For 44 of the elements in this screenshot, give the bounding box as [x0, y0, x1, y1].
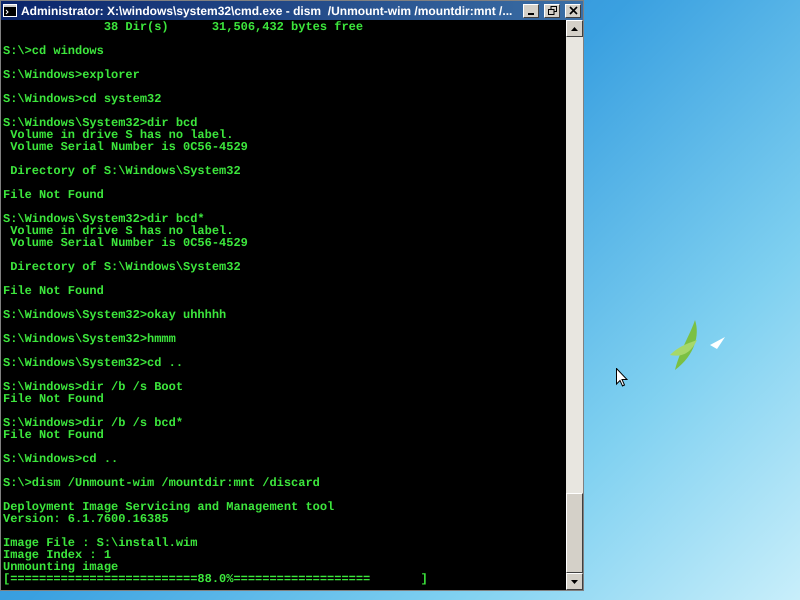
scrollbar[interactable]	[566, 20, 583, 590]
console-line: Directory of S:\Windows\System32	[9, 261, 242, 273]
console-line: Version: 6.1.7600.16385	[3, 513, 169, 525]
console-line: S:\Windows>dir /b /s Boot	[3, 381, 184, 393]
scroll-thumb[interactable]	[566, 493, 583, 573]
console-line: S:\Windows\System32>dir bcd*	[3, 213, 205, 225]
scroll-down-button[interactable]	[566, 573, 583, 590]
console-line: Volume in drive S has no label.	[10, 225, 234, 237]
console-line: Image File : S:\install.wim	[3, 537, 198, 549]
console-line: Volume in drive S has no label.	[10, 129, 234, 141]
mouse-pointer-icon	[616, 368, 628, 387]
console-line: File Not Found	[3, 393, 105, 405]
scroll-up-button[interactable]	[566, 20, 583, 37]
down-arrow-icon	[571, 580, 578, 584]
window-title: Administrator: X:\windows\system32\cmd.exe - dism /Unmount-wim /mountdir:mnt /...	[21, 2, 514, 20]
console-line: S:\Windows\System32>okay uhhhhh	[3, 309, 228, 321]
minimize-button[interactable]	[523, 4, 539, 18]
console-line: Deployment Image Servicing and Management tool	[3, 501, 336, 513]
console-line: S:\Windows>explorer	[3, 69, 141, 81]
restore-icon	[548, 6, 556, 15]
console-line: S:\Windows>cd system32	[3, 93, 162, 105]
console-line: S:\Windows\System32>dir bcd	[3, 117, 198, 129]
console-line: S:\Windows\System32>cd ..	[3, 357, 184, 369]
console-line: Volume Serial Number is 0C56-4529	[9, 141, 249, 153]
console-line: Directory of S:\Windows\System32	[9, 165, 242, 177]
minimize-icon	[528, 12, 534, 14]
console-line: Image Index : 1	[3, 549, 112, 561]
console-line: File Not Found	[3, 189, 105, 201]
up-arrow-icon	[571, 26, 578, 30]
console-icon	[3, 4, 17, 17]
restore-button[interactable]	[544, 4, 560, 18]
console-line: [==========================88.0%=================== ]	[3, 573, 429, 585]
console-line: S:\Windows>dir /b /s bcd*	[3, 417, 184, 429]
console-line: Unmounting image	[3, 561, 118, 573]
console-line: Volume Serial Number is 0C56-4529	[9, 237, 249, 249]
console-line: File Not Found	[3, 429, 105, 441]
console-line: S:\Windows\System32>hmmm	[3, 333, 177, 345]
console-line: S:\Windows>cd ..	[3, 453, 120, 465]
console-line: S:\>cd windows	[3, 45, 105, 57]
console-line: 38 Dir(s) 31,506,432 bytes free	[102, 21, 364, 33]
close-button[interactable]	[565, 4, 581, 18]
console-line: File Not Found	[3, 285, 105, 297]
close-icon	[568, 6, 578, 15]
console-line: S:\>dism /Unmount-wim /mountdir:mnt /discard	[3, 477, 321, 489]
